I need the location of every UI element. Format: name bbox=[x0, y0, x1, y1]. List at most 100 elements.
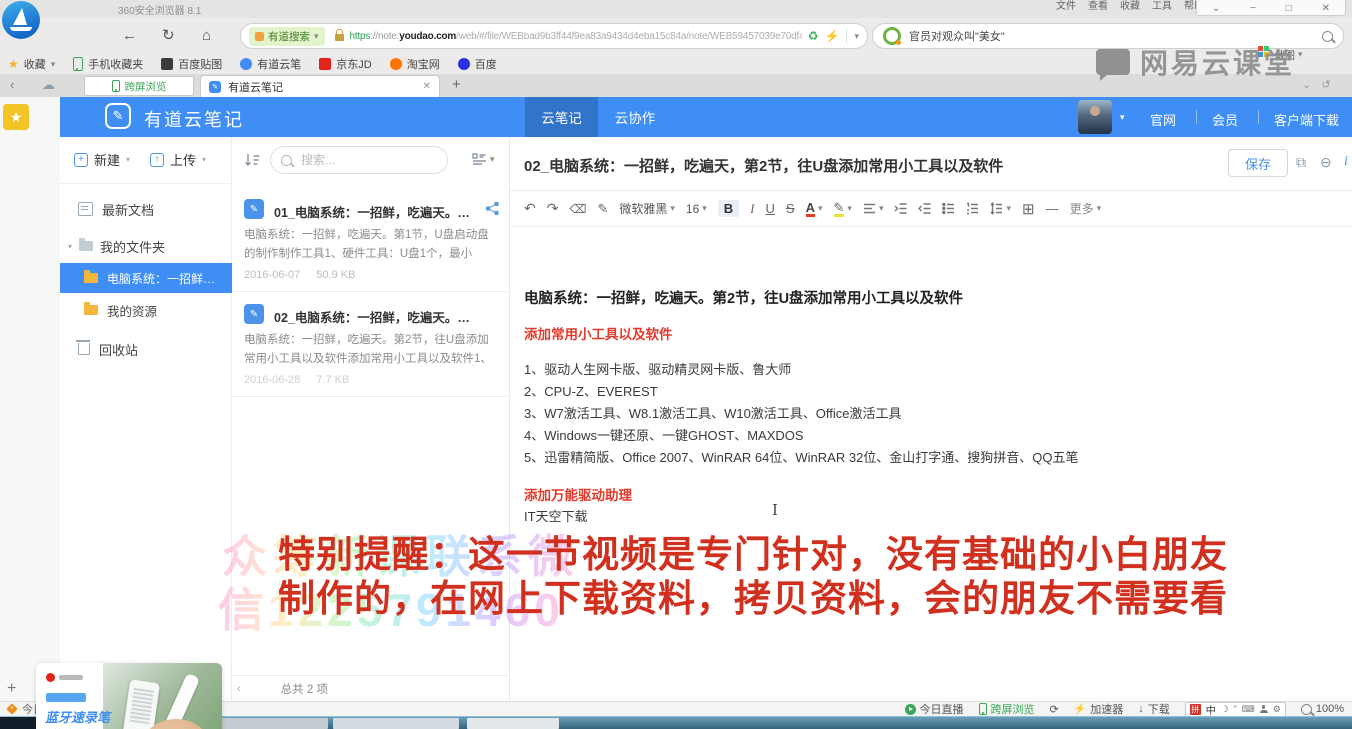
nav-tab-notes[interactable]: 云笔记 bbox=[525, 97, 598, 137]
status-download-button[interactable]: ↓ 下载 bbox=[1138, 701, 1170, 717]
collapse-panel-icon[interactable]: ‹ bbox=[237, 683, 241, 695]
bold-button[interactable]: B bbox=[718, 200, 739, 217]
bookmark-baidu[interactable]: 百度 bbox=[458, 56, 497, 72]
highlight-button[interactable]: ✎ ▾ bbox=[834, 201, 852, 217]
search-engine-chip[interactable]: 有道搜索 ▾ bbox=[249, 27, 325, 46]
numbered-list-button[interactable] bbox=[966, 202, 979, 215]
bookmark-youdao-note[interactable]: 有道云笔 bbox=[240, 56, 301, 72]
align-button[interactable]: ▾ bbox=[863, 202, 884, 215]
account-caret-icon[interactable]: ⌄ bbox=[1212, 3, 1220, 14]
info-icon[interactable]: i bbox=[1344, 154, 1348, 170]
restore-tab-icon[interactable]: ↺ bbox=[1321, 78, 1330, 91]
insert-table-button[interactable]: ⊞ bbox=[1022, 200, 1035, 218]
underline-button[interactable]: U bbox=[766, 201, 775, 216]
ime-pinyin-icon[interactable]: 拼 bbox=[1190, 704, 1201, 715]
nav-tab-collab[interactable]: 云协作 bbox=[598, 97, 672, 137]
search-icon[interactable] bbox=[1322, 31, 1333, 42]
avatar[interactable] bbox=[1078, 100, 1112, 134]
window-controls[interactable]: ⌄ − □ ✕ bbox=[1196, 0, 1346, 16]
save-button[interactable]: 保存 bbox=[1228, 149, 1288, 177]
font-size-select[interactable]: 16 ▾ bbox=[686, 202, 707, 216]
chevron-down-icon[interactable]: ▾ bbox=[314, 31, 319, 42]
ime-account-icon[interactable] bbox=[1260, 705, 1268, 713]
note-card-1[interactable]: ✎ 01_电脑系统：一招鲜，吃遍天。第1节... 电脑系统：一招鲜，吃遍天。第1… bbox=[232, 187, 510, 292]
zoom-control[interactable]: 100% bbox=[1301, 703, 1344, 715]
back-button[interactable]: ← bbox=[122, 18, 137, 54]
undo-button[interactable]: ↶ bbox=[524, 200, 536, 217]
redo-button[interactable]: ↷ bbox=[547, 200, 559, 217]
sidebar-item-recent-docs[interactable]: 最新文档 bbox=[60, 193, 232, 225]
italic-button[interactable]: I bbox=[750, 201, 754, 217]
tab-list-collapse-icon[interactable]: ‹ bbox=[10, 77, 14, 92]
indent-increase-button[interactable] bbox=[894, 202, 907, 215]
status-booster-button[interactable]: ⚡ 加速器 bbox=[1074, 701, 1123, 717]
select-tool-icon[interactable]: ⌄ bbox=[1302, 78, 1311, 91]
sidebar-item-my-folders[interactable]: ▾ 我的文件夹 bbox=[60, 231, 232, 261]
speed-lightning-icon[interactable]: ⚡ bbox=[825, 29, 840, 43]
ime-lang-indicator[interactable]: 中 bbox=[1206, 702, 1216, 717]
tab-youdao-note[interactable]: ✎ 有道云笔记 ✕ bbox=[200, 75, 440, 97]
restore-session-button[interactable]: ⟳ bbox=[1050, 703, 1059, 716]
tab-cross-screen[interactable]: 跨屏浏览 bbox=[84, 76, 194, 96]
menu-file[interactable]: 文件 bbox=[1056, 0, 1076, 12]
ime-punctuation-icon[interactable]: ” bbox=[1234, 704, 1237, 714]
view-mode-toggle[interactable]: ▾ bbox=[472, 152, 495, 167]
bulleted-list-button[interactable] bbox=[942, 202, 955, 215]
page-tools[interactable]: ⌄ ↺ bbox=[1302, 78, 1330, 91]
clear-format-button[interactable]: ⌫ bbox=[569, 202, 586, 216]
link-client-download[interactable]: 客户端下载 bbox=[1274, 110, 1339, 129]
minus-circle-icon[interactable]: ⊖ bbox=[1320, 154, 1332, 171]
note-card-2[interactable]: ✎ 02_电脑系统：一招鲜，吃遍天。第2节，往U... 电脑系统：一招鲜，吃遍天… bbox=[232, 292, 510, 397]
menu-favorites[interactable]: 收藏 bbox=[1120, 0, 1140, 12]
menu-tools[interactable]: 工具 bbox=[1152, 0, 1172, 12]
sidebar-item-trash[interactable]: 回收站 bbox=[60, 333, 232, 365]
indent-decrease-button[interactable] bbox=[918, 202, 931, 215]
close-window-icon[interactable]: ✕ bbox=[1322, 3, 1330, 14]
bookmark-jd[interactable]: 京东JD bbox=[319, 56, 371, 72]
export-icon[interactable]: ⧉ bbox=[1296, 154, 1306, 171]
status-live-button[interactable]: 今日直播 bbox=[905, 701, 964, 717]
line-spacing-button[interactable]: ▾ bbox=[990, 202, 1011, 215]
page-safe-icon[interactable]: ♻ bbox=[808, 29, 819, 43]
new-tab-button[interactable]: + bbox=[452, 76, 461, 93]
link-official-site[interactable]: 官网 bbox=[1150, 110, 1176, 129]
status-cross-screen-button[interactable]: 跨屏浏览 bbox=[979, 701, 1035, 717]
sort-order-icon[interactable] bbox=[244, 152, 261, 169]
home-button[interactable]: ⌂ bbox=[202, 18, 211, 54]
ime-toolbar[interactable]: 拼 中 ☽ ” ⌨ ⚙ bbox=[1185, 702, 1286, 717]
url-text[interactable]: https://note.youdao.com/web/#/file/WEBba… bbox=[350, 31, 802, 42]
sidebar-item-folder-computer-system[interactable]: 电脑系统：一招鲜，吃遍天 bbox=[60, 263, 232, 293]
link-membership[interactable]: 会员 bbox=[1212, 110, 1238, 129]
close-tab-icon[interactable]: ✕ bbox=[423, 81, 431, 92]
upload-button[interactable]: ↑ 上传 ▾ bbox=[150, 150, 206, 169]
chevron-down-icon[interactable]: ▾ bbox=[68, 242, 72, 251]
browser-logo-icon[interactable] bbox=[2, 1, 40, 39]
url-dropdown-icon[interactable]: ▾ bbox=[854, 31, 859, 42]
ad-card[interactable]: 蓝牙速录笔 资料一扫进手机! 每分钟上千字 广告 bbox=[36, 663, 222, 729]
share-icon[interactable] bbox=[485, 201, 500, 216]
format-painter-button[interactable]: ✎ bbox=[597, 201, 608, 217]
more-button[interactable]: 更多 ▾ bbox=[1070, 200, 1102, 217]
favorites-sidebar-star-button[interactable]: ★ bbox=[3, 104, 29, 130]
font-family-select[interactable]: 微软雅黑 ▾ bbox=[619, 200, 675, 217]
refresh-button[interactable]: ↻ bbox=[162, 18, 175, 54]
cloud-sync-icon[interactable]: ☁ bbox=[42, 77, 55, 93]
ime-fullhalf-icon[interactable]: ☽ bbox=[1221, 704, 1229, 715]
minimize-icon[interactable]: − bbox=[1250, 3, 1256, 14]
note-search-input[interactable] bbox=[299, 152, 423, 168]
chevron-down-icon[interactable]: ▾ bbox=[1120, 112, 1125, 123]
bookmark-mobile-favorites[interactable]: 手机收藏夹 bbox=[73, 56, 143, 72]
strikethrough-button[interactable]: S bbox=[786, 201, 795, 216]
taskbar-window-button[interactable] bbox=[467, 718, 559, 729]
menu-view[interactable]: 查看 bbox=[1088, 0, 1108, 12]
new-note-button[interactable]: + 新建 ▾ bbox=[74, 150, 130, 169]
bookmark-taobao[interactable]: 淘宝网 bbox=[390, 56, 440, 72]
sidebar-item-my-resources[interactable]: 我的资源 bbox=[60, 295, 232, 325]
bookmark-baidu-tieba[interactable]: 百度贴图 bbox=[161, 56, 222, 72]
note-title-field[interactable]: 02_电脑系统：一招鲜，吃遍天，第2节，往U盘添加常用小工具以及软件 bbox=[524, 155, 1184, 176]
taskbar-window-button[interactable] bbox=[333, 718, 459, 729]
maximize-icon[interactable]: □ bbox=[1286, 3, 1292, 14]
ime-keyboard-icon[interactable]: ⌨ bbox=[1242, 704, 1255, 715]
sidebar-add-button[interactable]: + bbox=[7, 680, 16, 698]
horizontal-rule-button[interactable]: — bbox=[1046, 201, 1059, 216]
